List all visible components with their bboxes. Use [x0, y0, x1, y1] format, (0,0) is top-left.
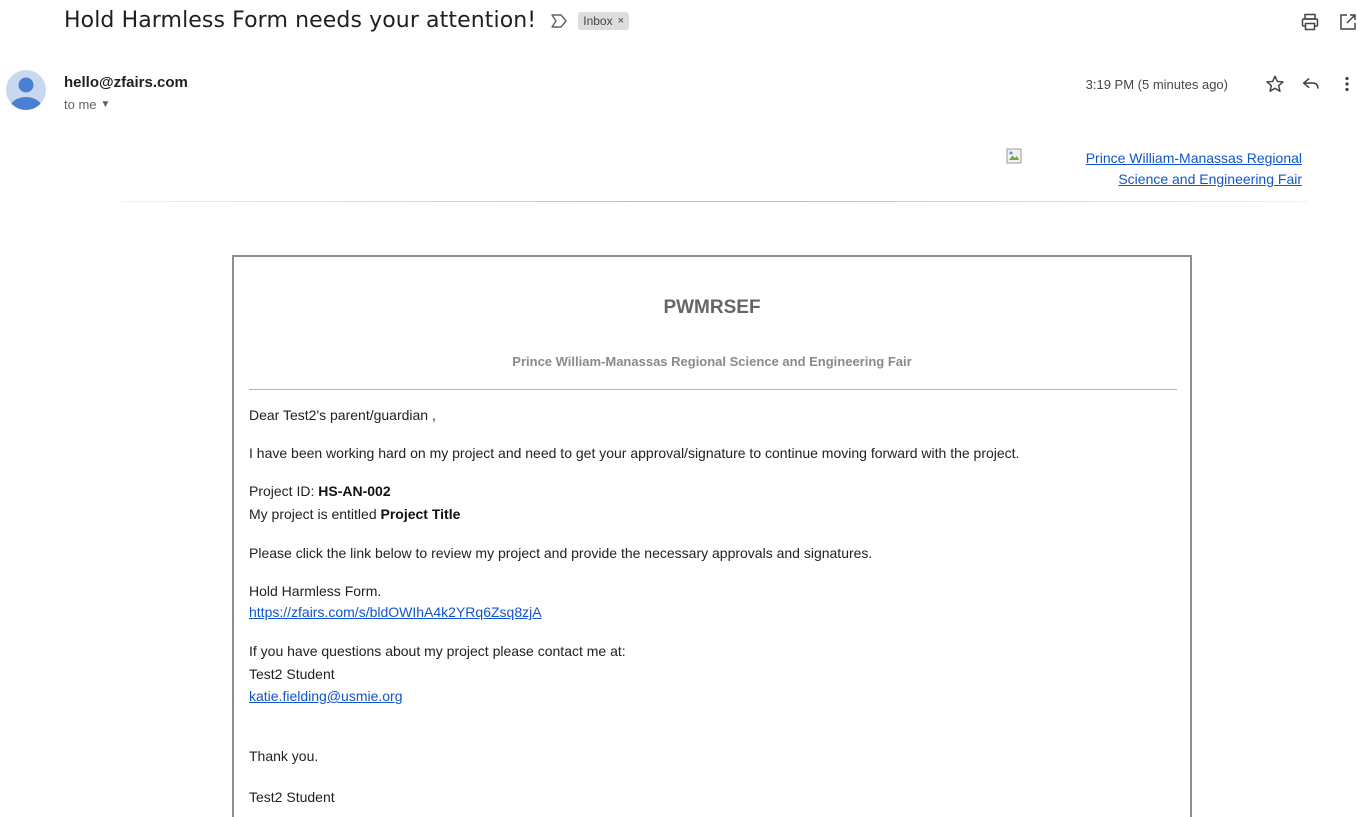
reply-icon[interactable]: [1300, 73, 1322, 95]
fair-name-line-1: Prince William-Manassas Regional: [1085, 150, 1302, 166]
project-title-value: Project Title: [380, 506, 461, 522]
intro-paragraph: I have been working hard on my project a…: [249, 445, 1020, 461]
student-email-link[interactable]: katie.fielding@usmie.org: [249, 686, 403, 707]
student-name: Test2 Student: [249, 666, 335, 682]
signature: Test2 Student: [249, 789, 335, 805]
email-subject: Hold Harmless Form needs your attention!: [64, 8, 537, 33]
message-card: PWMRSEF Prince William-Manassas Regional…: [232, 255, 1192, 817]
card-subtitle: Prince William-Manassas Regional Science…: [512, 354, 912, 369]
avatar-person-icon[interactable]: [6, 70, 46, 110]
subject-row: Hold Harmless Form needs your attention!…: [64, 8, 630, 33]
fair-name-line-2: Science and Engineering Fair: [1118, 171, 1302, 187]
inbox-label-chip[interactable]: Inbox ×: [578, 11, 630, 30]
project-id-line: Project ID: HS-AN-002: [249, 481, 391, 502]
broken-image-icon: [1006, 148, 1022, 164]
open-in-new-window-icon[interactable]: [1338, 12, 1358, 32]
card-divider: [249, 389, 1177, 390]
sender-email[interactable]: hello@zfairs.com: [64, 74, 188, 91]
remove-label-icon[interactable]: ×: [618, 15, 624, 27]
recipients-toggle[interactable]: to me ▼: [64, 97, 110, 112]
thanks: Thank you.: [249, 748, 319, 764]
card-title: PWMRSEF: [663, 297, 761, 318]
project-id-value: HS-AN-002: [318, 483, 391, 499]
fair-name-link[interactable]: Prince William-Manassas Regional Science…: [1086, 148, 1302, 190]
recipient-label: to me: [64, 97, 97, 112]
project-title-line: My project is entitled Project Title: [249, 504, 460, 525]
greeting: Dear Test2's parent/guardian ,: [249, 407, 436, 423]
contact-intro: If you have questions about my project p…: [249, 643, 626, 659]
more-vert-icon[interactable]: [1336, 73, 1358, 95]
header-divider: [120, 201, 1308, 202]
message-timestamp: 3:19 PM (5 minutes ago): [1085, 76, 1228, 92]
chevron-down-icon: ▼: [100, 99, 111, 110]
instructions-paragraph: Please click the link below to review my…: [249, 545, 873, 561]
form-link[interactable]: https://zfairs.com/s/bldOWIhA4k2YRq6Zsq8…: [249, 602, 542, 623]
star-icon[interactable]: [1264, 73, 1286, 95]
email-view: Hold Harmless Form needs your attention!…: [0, 0, 1358, 817]
form-name: Hold Harmless Form.: [249, 583, 382, 599]
inbox-label-text: Inbox: [583, 13, 613, 28]
project-id-label: Project ID:: [249, 483, 319, 499]
top-actions: [1300, 12, 1358, 32]
message-meta: 3:19 PM (5 minutes ago): [1086, 73, 1358, 95]
project-title-label: My project is entitled: [249, 506, 381, 522]
print-icon[interactable]: [1300, 12, 1320, 32]
important-marker-icon[interactable]: [550, 13, 568, 29]
